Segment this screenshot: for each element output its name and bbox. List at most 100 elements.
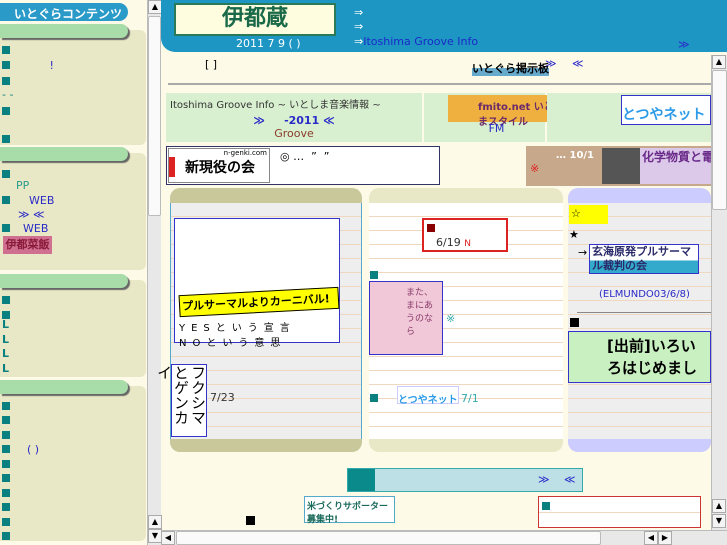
- scroll-up-button[interactable]: ▲: [148, 515, 162, 529]
- bullet-icon: [2, 224, 10, 232]
- menu-nav[interactable]: ≫ ≪: [18, 208, 45, 221]
- sub-item[interactable]: L: [2, 333, 9, 346]
- main-horizontal-scrollbar[interactable]: ◀ ◀ ▶: [161, 530, 727, 545]
- bullet-icon: [2, 170, 10, 178]
- divider: [577, 312, 711, 313]
- supporter-banner[interactable]: 米づくりサポーター 募集中!: [304, 496, 395, 525]
- totsuya-cell: とつやネット: [547, 93, 711, 142]
- menu-link-pp[interactable]: PP: [16, 179, 29, 192]
- news-box: 6/19 N: [422, 218, 508, 252]
- bullet-icon: [2, 416, 10, 424]
- demae-banner[interactable]: [出前]いろいろはじめました。: [568, 331, 711, 383]
- section-header-2: [0, 147, 128, 161]
- scroll-right-button[interactable]: ▶: [658, 531, 672, 545]
- menu-link-web[interactable]: WEB: [23, 222, 48, 235]
- scroll-thumb[interactable]: [712, 70, 727, 210]
- section-header-1: [0, 24, 128, 38]
- section-header-3: [0, 274, 128, 288]
- section-panel-4: [0, 386, 146, 541]
- scroll-thumb[interactable]: [148, 16, 161, 216]
- bullet-icon: [542, 502, 550, 510]
- bullet-icon: [2, 445, 10, 453]
- bullet-icon: [2, 460, 10, 468]
- scroll-up-button[interactable]: ▲: [712, 55, 726, 69]
- menu-link[interactable]: - -: [2, 88, 13, 101]
- groove-info-link[interactable]: Itoshima Groove Info: [363, 35, 478, 48]
- elmundo-link[interactable]: (ELMUNDO03/6/8): [599, 289, 690, 300]
- bullet-icon: [2, 431, 10, 439]
- bullet-icon: [2, 518, 10, 526]
- bbs-prev[interactable]: ≪: [572, 57, 584, 70]
- bottom-nav-bar: ≫ ≪: [347, 468, 583, 492]
- bbs-next[interactable]: ≫: [545, 57, 557, 70]
- bullet-icon: [2, 107, 10, 115]
- sub-item[interactable]: L: [2, 347, 9, 360]
- fukushima-banner[interactable]: フクシマとゲンカイ: [155, 364, 207, 437]
- bottom-prev[interactable]: ≪: [564, 473, 576, 486]
- chem-banner[interactable]: 化学物質と電磁 bl: [602, 148, 711, 184]
- fukushima-date: 7/23: [210, 391, 235, 404]
- arrow-icon: ⇒: [354, 35, 364, 48]
- site-logo[interactable]: 伊都蔵: [174, 3, 336, 36]
- groove-label: Groove: [274, 127, 314, 140]
- totsuya-date: 7/1: [461, 392, 479, 405]
- sub-item[interactable]: L: [2, 362, 9, 375]
- genkai-banner[interactable]: 玄海原発プルサーマル裁判の会: [589, 244, 699, 274]
- menu-link[interactable]: ( ): [27, 443, 39, 456]
- bbs-link[interactable]: いとぐら掲示板: [472, 60, 549, 76]
- bullet-icon: [2, 196, 10, 204]
- bullet-icon: [427, 224, 435, 232]
- more-link[interactable]: ≫: [678, 38, 690, 51]
- bullet-icon: [570, 318, 579, 327]
- new-badge: N: [464, 239, 471, 249]
- yes-text: YESという宣言: [179, 323, 296, 334]
- bullet-icon: [2, 474, 10, 482]
- bottom-next[interactable]: ≫: [538, 473, 550, 486]
- totsuya-small-banner[interactable]: とつやネット: [397, 386, 459, 406]
- scroll-thumb[interactable]: [176, 531, 601, 545]
- bullet-icon: [370, 394, 378, 402]
- arrow-icon: ⇒: [354, 6, 364, 19]
- section-panel-1: [0, 30, 146, 145]
- genki-banner[interactable]: n-genki.com 新現役の会: [168, 148, 270, 183]
- current-date: 2011 7 9 ( ): [236, 37, 301, 50]
- bracket-text: [ ]: [205, 58, 218, 71]
- left-frame-scrollbar[interactable]: ▲ ▲ ▼: [147, 0, 162, 545]
- menu-link-web[interactable]: WEB: [29, 194, 54, 207]
- groove-prev[interactable]: ≪: [323, 114, 335, 127]
- carnival-text: プルサーマルよりカーニバル!: [178, 286, 340, 318]
- groove-next[interactable]: ≫: [253, 114, 265, 127]
- teal-block: [348, 469, 375, 491]
- groove-banner[interactable]: Itoshima Groove Info ~ いとしま音楽情報 ~: [166, 93, 422, 114]
- scroll-down-button[interactable]: ▼: [148, 529, 162, 543]
- scroll-down-button[interactable]: ▼: [712, 514, 726, 528]
- bullet-icon: [2, 135, 10, 143]
- totsuya-banner[interactable]: とつやネット: [621, 95, 711, 125]
- scroll-left-button[interactable]: ◀: [161, 531, 175, 545]
- genki-logo: 新現役の会: [169, 157, 269, 177]
- book-cover[interactable]: また、まにあうのなら: [369, 281, 443, 355]
- news-date: 6/19: [436, 236, 461, 249]
- carnival-banner[interactable]: プルサーマルよりカーニバル! YESという宣言 NOという意思: [174, 218, 340, 349]
- red-box: [538, 496, 701, 528]
- bullet-icon: [2, 77, 10, 85]
- scroll-up-button[interactable]: ▲: [148, 0, 162, 14]
- bullet-icon: [2, 296, 10, 304]
- column-1: プルサーマルよりカーニバル! YESという宣言 NOという意思 フクシマとゲンカ…: [155, 188, 362, 452]
- bullet-icon: [2, 61, 10, 69]
- menu-link[interactable]: !: [50, 59, 54, 72]
- scroll-up-button[interactable]: ▲: [712, 499, 726, 513]
- arrow-icon: →: [578, 246, 588, 259]
- no-text: NOという意思: [179, 338, 287, 349]
- fm-cell: fmito.net いとしまスタイル FM: [424, 93, 566, 142]
- left-frame: いとぐらコンテンツ ! - - PP WEB ≫ ≪ WEB 伊都菜飯 L L …: [0, 0, 147, 545]
- scroll-left-button[interactable]: ◀: [644, 531, 658, 545]
- banner-itona[interactable]: 伊都菜飯: [3, 236, 52, 254]
- notice-cell: … 10/1 ※ 化学物質と電磁 bl: [526, 146, 711, 186]
- divider: [168, 83, 711, 85]
- section-header-4: [0, 380, 128, 394]
- bullet-icon: [2, 489, 10, 497]
- sub-item[interactable]: L: [2, 318, 9, 331]
- main-vertical-scrollbar[interactable]: ▲ ▲ ▼: [711, 55, 727, 530]
- genki-site: n-genki.com: [223, 149, 267, 157]
